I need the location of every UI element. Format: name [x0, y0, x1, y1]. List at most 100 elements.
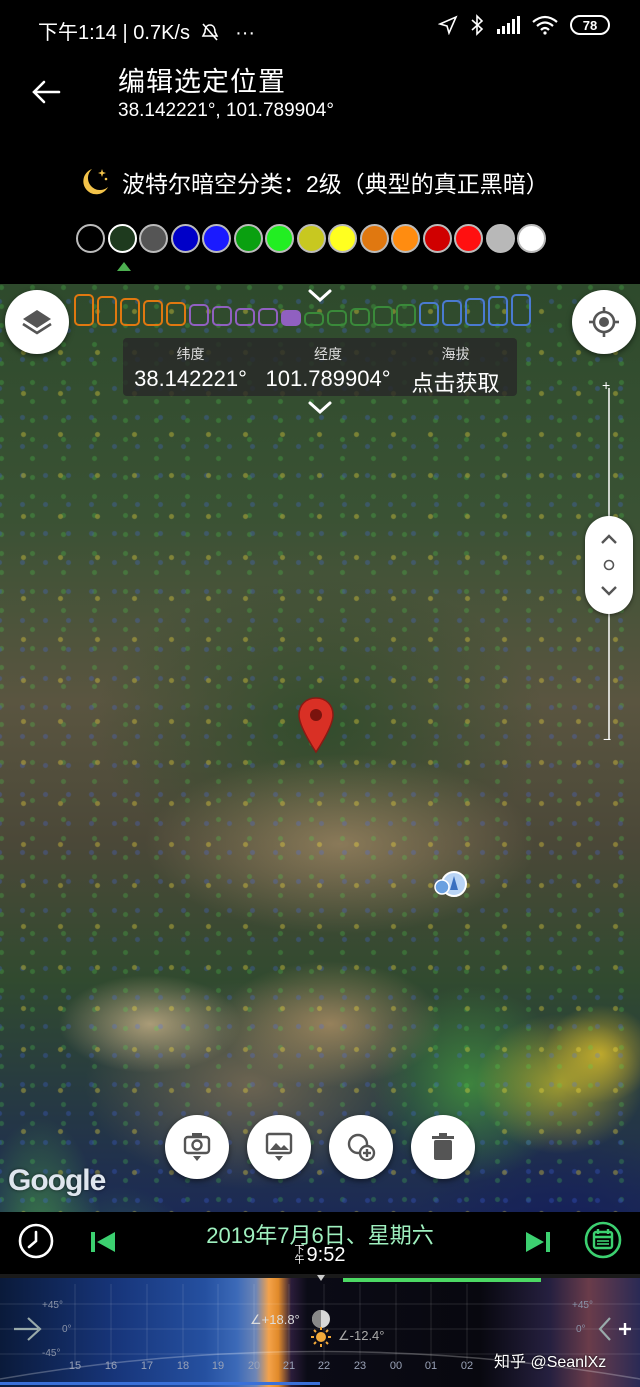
bortle-color-picker	[76, 224, 546, 253]
deg-label-minus45: -45°	[42, 1348, 61, 1359]
altitude-label: 海拔	[441, 346, 470, 362]
moon-stars-icon	[83, 169, 108, 195]
timeline-left-arrow-icon[interactable]	[12, 1312, 42, 1346]
bortle-swatch-8[interactable]	[296, 224, 326, 253]
calendar-icon[interactable]	[584, 1221, 622, 1259]
bortle-scale-cell	[189, 304, 209, 326]
coordinates-panel: 纬度 38.142221° 经度 101.789904° 海拔 点击获取	[123, 338, 517, 396]
timeline-hour-label: 16	[104, 1360, 118, 1372]
altitude-fetch-link[interactable]: 点击获取	[398, 366, 513, 398]
longitude-value: 101.789904°	[265, 366, 391, 391]
bortle-scale-cell	[120, 298, 140, 326]
bortle-swatch-2[interactable]	[107, 224, 137, 253]
signal-icon	[497, 16, 520, 34]
layers-button[interactable]	[5, 290, 69, 354]
image-icon	[265, 1132, 293, 1161]
status-bar: 下午1:14 | 0.7K/s ··· 78	[0, 0, 640, 58]
location-arrow-icon	[438, 15, 458, 35]
bortle-scale-cell	[373, 306, 393, 326]
skip-next-icon[interactable]	[525, 1230, 551, 1254]
back-button[interactable]	[26, 72, 66, 112]
bortle-scale-cell	[419, 302, 439, 326]
bortle-swatch-12[interactable]	[422, 224, 452, 253]
wifi-icon	[532, 15, 558, 35]
latitude-value: 38.142221°	[134, 366, 247, 391]
bortle-swatch-10[interactable]	[359, 224, 389, 253]
image-button[interactable]	[247, 1115, 311, 1179]
add-location-button[interactable]	[329, 1115, 393, 1179]
timeline-hour-label: 18	[176, 1360, 190, 1372]
camera-button[interactable]	[165, 1115, 229, 1179]
timeline-hour-label: 22	[317, 1360, 331, 1372]
battery-indicator: 78	[570, 15, 610, 35]
more-icon: ···	[235, 22, 256, 44]
timeline-hour-label: 19	[211, 1360, 225, 1372]
location-pin-icon[interactable]	[297, 696, 335, 754]
timeline-hour-label: 00	[389, 1360, 403, 1372]
bortle-swatch-1[interactable]	[76, 224, 105, 253]
bortle-swatch-7[interactable]	[265, 224, 294, 253]
timeline-dark-window	[343, 1278, 541, 1282]
bortle-swatch-15[interactable]	[517, 224, 546, 253]
layers-icon	[22, 310, 52, 335]
bortle-class-label: 波特尔暗空分类：2级（典型的真正黑暗）	[78, 162, 549, 202]
date-time-bar: 2019年7月6日、星期六 下午 9:52	[0, 1212, 640, 1274]
bortle-swatch-11[interactable]	[391, 224, 420, 253]
deg-label-0: 0°	[62, 1324, 72, 1335]
ampm-label: 下午	[294, 1244, 305, 1266]
time-value: 9:52	[306, 1244, 346, 1266]
my-location-button[interactable]	[572, 290, 636, 354]
crosshair-icon	[589, 307, 619, 337]
chevron-down-icon	[601, 586, 617, 596]
longitude-label: 经度	[314, 346, 342, 362]
deg-label-plus45-right: +45°	[572, 1300, 593, 1311]
bortle-swatch-13[interactable]	[454, 224, 483, 253]
deg-label-plus45: +45°	[42, 1300, 63, 1311]
timeline-hour-label: 17	[140, 1360, 154, 1372]
page-subtitle-coordinates: 38.142221°, 101.789904°	[118, 100, 334, 121]
bortle-scale-cell	[442, 300, 462, 326]
back-arrow-icon	[32, 80, 61, 104]
bortle-scale-cell	[304, 312, 324, 326]
timeline-zoom-in-icon[interactable]	[598, 1312, 632, 1346]
chevron-down-icon[interactable]	[306, 286, 334, 306]
trash-icon	[432, 1133, 454, 1160]
bortle-swatch-14[interactable]	[485, 224, 515, 253]
bortle-swatch-9[interactable]	[328, 224, 357, 253]
zoom-minus-icon[interactable]: −	[603, 731, 611, 747]
bortle-scale-cell	[143, 300, 163, 326]
chevron-down-icon[interactable]	[306, 398, 334, 418]
network-speed: 0.7K/s	[133, 22, 190, 44]
timeline-hour-label: 20	[247, 1360, 261, 1372]
add-location-icon	[347, 1133, 376, 1162]
latitude-column: 纬度 38.142221°	[123, 338, 258, 392]
bortle-scale-cell	[327, 310, 347, 326]
delete-button[interactable]	[411, 1115, 475, 1179]
bortle-swatch-4[interactable]	[170, 224, 200, 253]
bortle-selected-marker	[117, 262, 131, 271]
chevron-up-icon	[601, 534, 617, 544]
bortle-scale-cell	[350, 308, 370, 326]
bortle-swatch-6[interactable]	[233, 224, 263, 253]
status-right: 78	[438, 14, 610, 36]
bortle-scale-cell	[258, 308, 278, 326]
sun-icon	[311, 1327, 331, 1347]
timeline-hour-label: 15	[68, 1360, 82, 1372]
bortle-swatch-5[interactable]	[202, 224, 231, 253]
bortle-class-text: 波特尔暗空分类：2级（典型的真正黑暗）	[122, 171, 549, 197]
altitude-column[interactable]: 海拔 点击获取	[398, 338, 513, 398]
bortle-scale-cell	[488, 296, 508, 326]
latitude-label: 纬度	[176, 346, 205, 362]
bortle-swatch-3[interactable]	[139, 224, 168, 253]
current-position-icon[interactable]	[432, 870, 470, 900]
moon-altitude-label: ∠+18.8°	[250, 1312, 300, 1327]
bortle-scale-cell	[97, 296, 117, 326]
title-bar: 编辑选定位置 38.142221°, 101.789904°	[0, 58, 640, 154]
zoom-slider-handle[interactable]	[585, 516, 633, 614]
battery-level: 78	[582, 17, 598, 33]
bortle-scale-cell	[166, 302, 186, 326]
deg-label-0-right: 0°	[576, 1324, 586, 1335]
sun-altitude-label: ∠-12.4°	[338, 1328, 385, 1343]
watermark: 知乎 @SeanlXz	[494, 1354, 607, 1371]
timeline-progress	[0, 1382, 320, 1385]
